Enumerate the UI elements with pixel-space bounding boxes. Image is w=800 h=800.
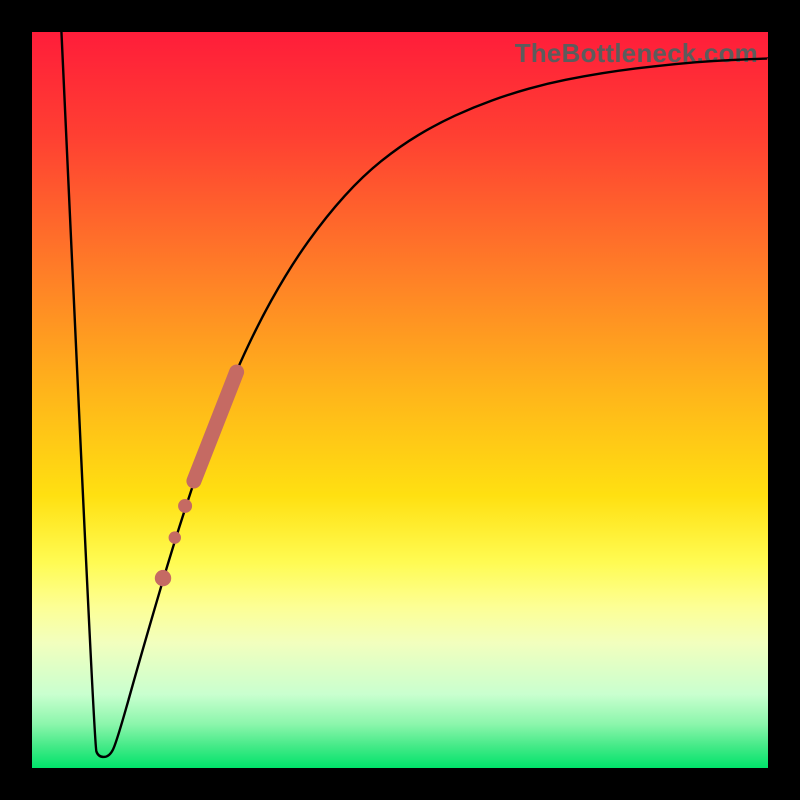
chart-frame: TheBottleneck.com (0, 0, 800, 800)
plot-area: TheBottleneck.com (32, 32, 768, 768)
highlight-dot (155, 570, 171, 586)
highlight-points (155, 499, 192, 586)
chart-svg (32, 32, 768, 768)
bottleneck-curve (61, 32, 768, 757)
highlight-dot (178, 499, 192, 513)
highlight-segment (194, 372, 237, 481)
highlight-dot (169, 531, 181, 543)
